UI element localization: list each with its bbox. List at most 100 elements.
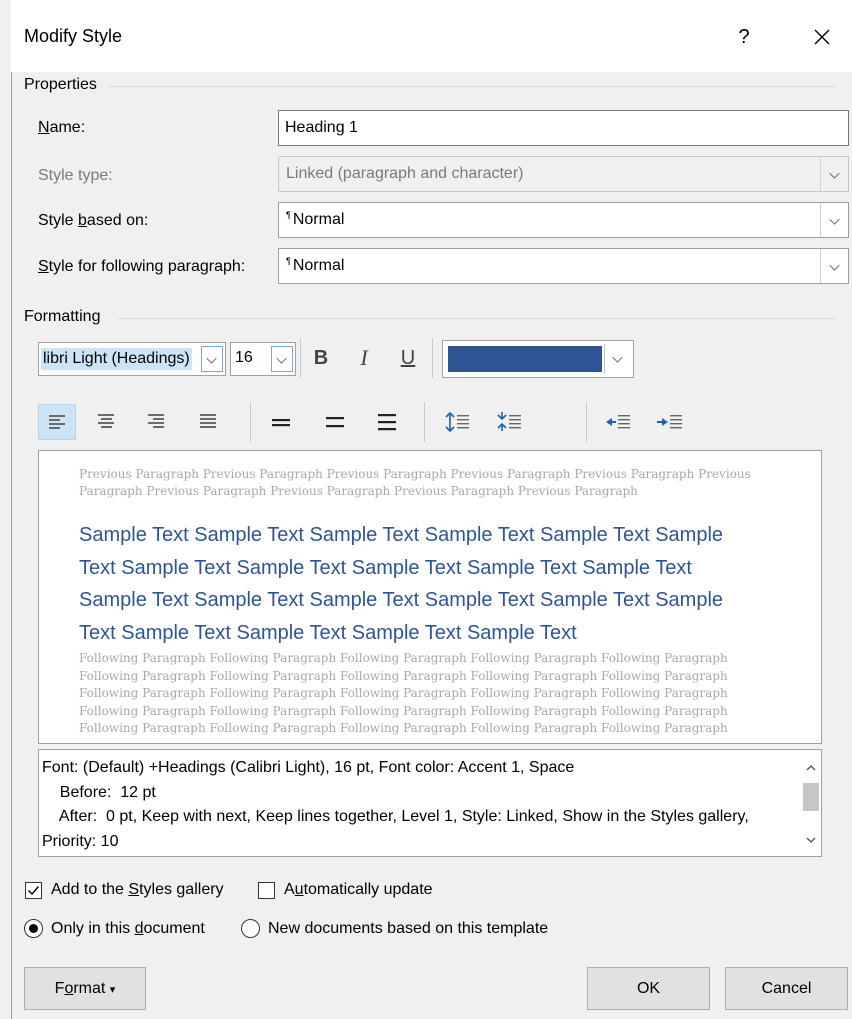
formatting-divider <box>118 318 836 319</box>
close-button[interactable] <box>803 20 841 54</box>
checkmark-icon <box>28 886 40 896</box>
dropdown-arrow-icon: ▾ <box>109 984 116 996</box>
following-paragraph-dropdown-arrow[interactable] <box>820 249 848 283</box>
align-left-icon <box>49 415 65 431</box>
toolbar-separator <box>300 338 301 378</box>
one-half-spacing-button[interactable] <box>316 404 354 440</box>
name-input[interactable]: Heading 1 <box>278 110 849 146</box>
double-spacing-button[interactable] <box>368 404 406 440</box>
help-button[interactable]: ? <box>726 20 762 54</box>
bold-button[interactable]: B <box>305 341 337 375</box>
increase-indent-button[interactable] <box>650 404 688 440</box>
following-paragraph-select[interactable]: ¶ Normal <box>278 248 849 284</box>
scroll-up-icon[interactable] <box>801 758 821 778</box>
italic-button[interactable]: I <box>348 341 380 375</box>
based-on-value: ¶ Normal <box>286 210 345 228</box>
decrease-paragraph-spacing-button[interactable] <box>490 404 528 440</box>
align-left-button[interactable] <box>38 404 76 440</box>
pilcrow-icon: ¶ <box>286 210 291 220</box>
style-type-dropdown-arrow <box>820 157 848 191</box>
decrease-indent-icon <box>606 415 630 429</box>
description-line: After: 0 pt, Keep with next, Keep lines … <box>42 808 749 825</box>
increase-paragraph-spacing-button[interactable] <box>438 404 476 440</box>
style-type-select: Linked (paragraph and character) <box>278 156 849 192</box>
preview-line: Following Paragraph Following Paragraph … <box>79 651 728 665</box>
ok-button[interactable]: OK <box>587 967 710 1010</box>
align-right-button[interactable] <box>138 404 176 440</box>
only-in-this-document-radio[interactable] <box>24 919 43 938</box>
scroll-down-icon[interactable] <box>801 830 821 850</box>
chevron-down-icon <box>276 353 287 364</box>
cancel-button[interactable]: Cancel <box>725 967 848 1010</box>
underline-button[interactable]: U <box>392 341 424 375</box>
font-size-combo[interactable]: 16 <box>230 342 296 376</box>
pilcrow-icon: ¶ <box>286 256 291 266</box>
font-color-dropdown-arrow[interactable] <box>604 344 630 374</box>
font-color-picker[interactable] <box>442 340 634 378</box>
format-menu-button[interactable]: Format ▾ <box>24 967 146 1010</box>
dialog-title: Modify Style <box>24 26 123 46</box>
decrease-indent-button[interactable] <box>598 404 636 440</box>
justify-button[interactable] <box>190 404 228 440</box>
style-type-value: Linked (paragraph and character) <box>286 165 524 182</box>
name-label: Name: <box>38 119 86 136</box>
add-to-styles-gallery-checkbox[interactable] <box>25 882 42 899</box>
justify-icon <box>200 414 216 430</box>
automatically-update-checkbox[interactable] <box>258 882 275 899</box>
font-size-value: 16 <box>235 349 253 366</box>
preview-line: Paragraph Previous Paragraph Previous Pa… <box>79 484 638 498</box>
preview-line: Following Paragraph Following Paragraph … <box>79 703 728 718</box>
align-right-icon <box>148 414 164 430</box>
font-name-combo[interactable]: libri Light (Headings) <box>38 342 226 376</box>
properties-heading: Properties <box>24 76 97 93</box>
toolbar-separator <box>424 402 425 442</box>
sample-line: Sample Text Sample Text Sample Text Samp… <box>79 524 724 546</box>
previous-paragraph-text: Previous Paragraph Previous Paragraph Pr… <box>79 466 759 500</box>
chevron-down-icon <box>829 168 840 179</box>
decrease-paragraph-spacing-icon <box>497 412 521 431</box>
single-spacing-icon <box>272 419 290 427</box>
only-in-this-document-label[interactable]: Only in this document <box>51 920 205 938</box>
close-icon <box>814 29 830 45</box>
toolbar-separator <box>586 402 587 442</box>
description-scrollbar[interactable] <box>801 750 821 856</box>
align-center-icon <box>98 414 114 430</box>
description-line: Before: 12 pt <box>42 783 156 801</box>
add-to-styles-gallery-label[interactable]: Add to the Styles gallery <box>51 881 224 899</box>
preview-line: Following Paragraph Following Paragraph … <box>79 686 728 701</box>
double-spacing-icon <box>378 414 396 431</box>
following-paragraph-value: ¶ Normal <box>286 256 345 274</box>
based-on-dropdown-arrow[interactable] <box>820 203 848 237</box>
sample-line: Sample Text Sample Text Sample Text Samp… <box>79 589 724 611</box>
formatting-heading: Formatting <box>24 308 101 325</box>
following-paragraph-text: Following Paragraph Following Paragraph … <box>79 650 759 738</box>
single-spacing-button[interactable] <box>262 404 300 440</box>
preview-line: Following Paragraph Following Paragraph … <box>79 721 728 736</box>
chevron-down-icon <box>612 352 623 363</box>
increase-paragraph-spacing-icon <box>445 411 469 433</box>
style-preview-pane: Previous Paragraph Previous Paragraph Pr… <box>38 450 822 744</box>
sample-line: Text Sample Text Sample Text Sample Text… <box>79 621 577 644</box>
toolbar-separator <box>250 402 251 442</box>
scroll-thumb[interactable] <box>803 783 819 811</box>
description-line: Font: (Default) +Headings (Calibri Light… <box>42 759 575 776</box>
based-on-select[interactable]: ¶ Normal <box>278 202 849 238</box>
align-center-button[interactable] <box>88 404 126 440</box>
font-name-value: libri Light (Headings) <box>41 348 192 370</box>
new-documents-template-label[interactable]: New documents based on this template <box>268 920 548 938</box>
font-size-dropdown-arrow[interactable] <box>271 346 293 372</box>
chevron-down-icon <box>829 260 840 271</box>
description-line: Priority: 10 <box>42 832 119 850</box>
preview-line: Previous Paragraph Previous Paragraph Pr… <box>79 467 751 481</box>
chevron-down-icon <box>206 353 217 364</box>
automatically-update-label[interactable]: Automatically update <box>284 881 433 899</box>
style-description-box[interactable]: Font: (Default) +Headings (Calibri Light… <box>38 749 822 857</box>
properties-divider <box>108 86 836 87</box>
style-type-label: Style type: <box>38 167 113 184</box>
based-on-label: Style based on: <box>38 212 149 229</box>
sample-text: Sample Text Sample Text Sample Text Samp… <box>79 519 779 649</box>
chevron-down-icon <box>829 214 840 225</box>
new-documents-template-radio[interactable] <box>241 919 260 938</box>
font-name-dropdown-arrow[interactable] <box>201 346 223 372</box>
toolbar-separator <box>432 338 433 378</box>
